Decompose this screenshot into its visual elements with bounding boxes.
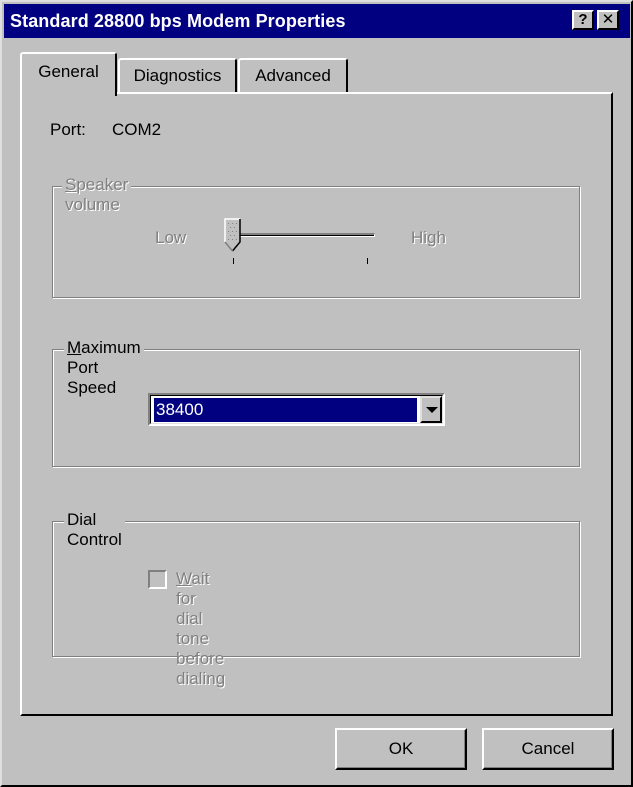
port-speed-select[interactable]: 38400 [148, 393, 445, 426]
cancel-button[interactable]: Cancel [482, 728, 614, 770]
chevron-down-icon [426, 407, 438, 413]
tab-general[interactable]: General [20, 52, 117, 96]
volume-slider-thumb[interactable] [224, 218, 242, 252]
dial-control-group [52, 521, 580, 657]
close-button[interactable]: ✕ [597, 10, 619, 30]
tab-label: Advanced [255, 66, 331, 85]
port-label: Port: [50, 120, 86, 139]
help-button[interactable]: ? [572, 10, 594, 30]
active-tab-join [22, 92, 115, 96]
tab-label: General [38, 62, 99, 81]
wait-dial-tone-label[interactable]: Wait for dial tone before dialing [176, 569, 225, 689]
dial-control-title: Dial Control [64, 510, 125, 550]
volume-high-label: High [411, 228, 446, 247]
port-value: COM2 [112, 120, 162, 139]
ok-button[interactable]: OK [335, 728, 467, 770]
slider-tick-min [233, 258, 234, 264]
tab-label: Diagnostics [133, 66, 222, 85]
volume-low-label: Low [155, 228, 187, 247]
tab-diagnostics[interactable]: Diagnostics [118, 58, 237, 94]
title-bar[interactable]: Standard 28800 bps Modem Properties ? ✕ [4, 4, 630, 38]
wait-dial-tone-checkbox[interactable] [148, 570, 167, 589]
slider-tick-max [367, 258, 368, 264]
port-speed-value: 38400 [154, 398, 417, 422]
dialog-title: Standard 28800 bps Modem Properties [10, 11, 346, 31]
dropdown-button[interactable] [420, 396, 442, 423]
max-port-speed-title: Maximum Port Speed [64, 338, 144, 398]
volume-slider-track[interactable] [233, 233, 375, 237]
tab-advanced[interactable]: Advanced [238, 58, 348, 94]
close-icon: ✕ [601, 11, 615, 28]
select-field-inner: 38400 [150, 395, 443, 424]
speaker-volume-title: Speaker volume [62, 175, 132, 215]
